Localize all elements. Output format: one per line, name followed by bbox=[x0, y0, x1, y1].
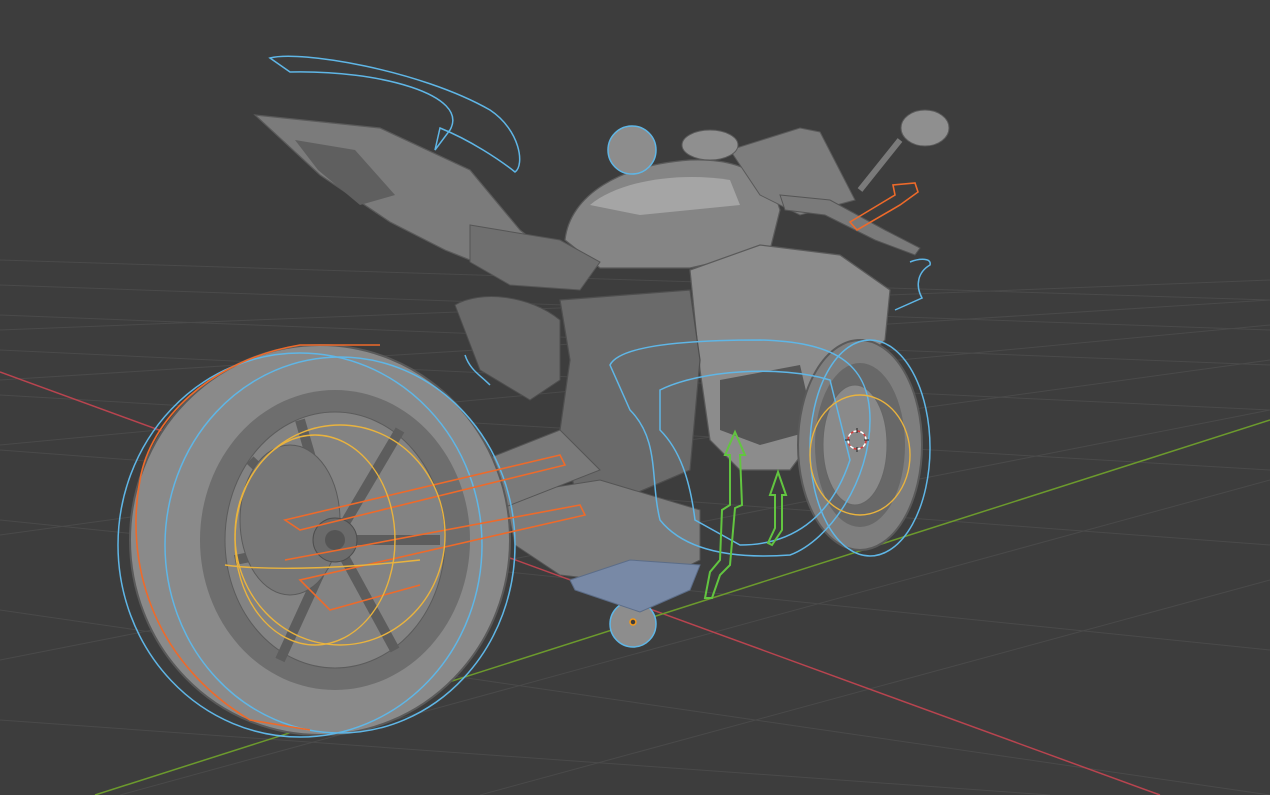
rear-shock[interactable] bbox=[454, 296, 561, 401]
origin-point-icon bbox=[629, 618, 637, 626]
rear-axle bbox=[325, 530, 345, 550]
3d-viewport[interactable] bbox=[0, 0, 1270, 795]
motorcycle-model[interactable] bbox=[129, 109, 950, 736]
handlebar[interactable] bbox=[779, 194, 921, 256]
mirror-stem bbox=[857, 138, 903, 192]
mirror-right[interactable] bbox=[900, 109, 950, 147]
viewport-canvas[interactable] bbox=[0, 0, 1270, 795]
sphere-empty-icon[interactable] bbox=[607, 125, 657, 175]
mirror-left[interactable] bbox=[681, 129, 739, 161]
